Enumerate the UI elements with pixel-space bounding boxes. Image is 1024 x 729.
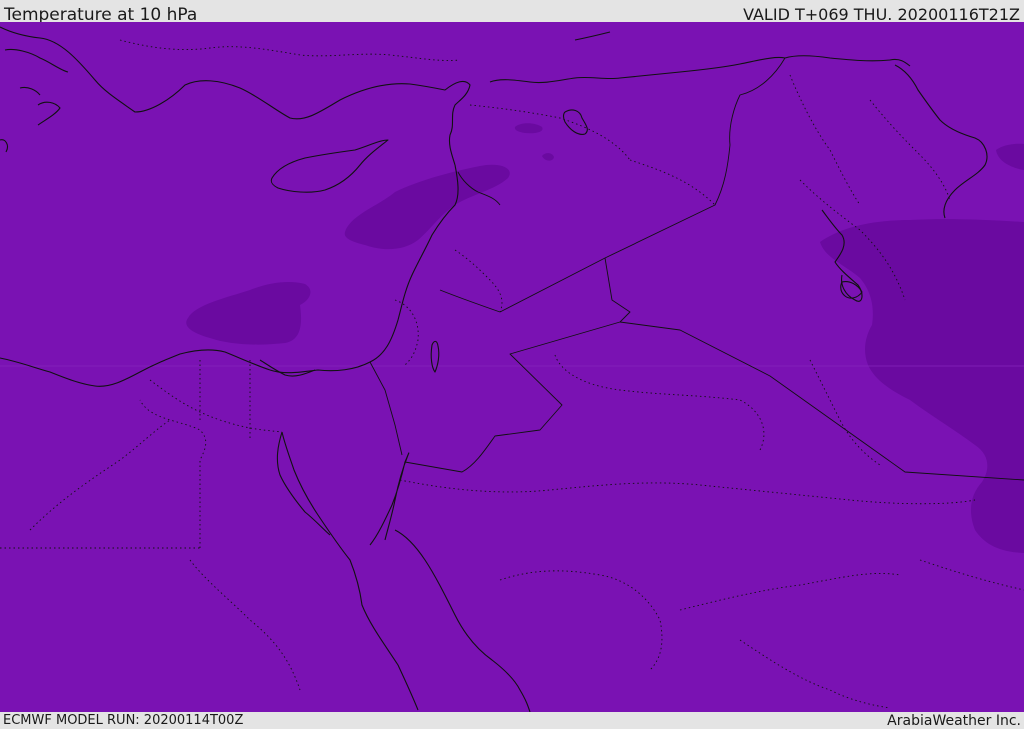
model-run-label: ECMWF MODEL RUN: 20200114T00Z [3, 713, 244, 728]
weather-map-frame: Temperature at 10 hPa VALID T+069 THU. 2… [0, 0, 1024, 729]
map-canvas [0, 22, 1024, 712]
credit-label: ArabiaWeather Inc. [887, 713, 1021, 729]
footer-bar: ECMWF MODEL RUN: 20200114T00Z ArabiaWeat… [0, 712, 1024, 729]
header-bar: Temperature at 10 hPa VALID T+069 THU. 2… [0, 0, 1024, 25]
temperature-map [0, 22, 1024, 712]
